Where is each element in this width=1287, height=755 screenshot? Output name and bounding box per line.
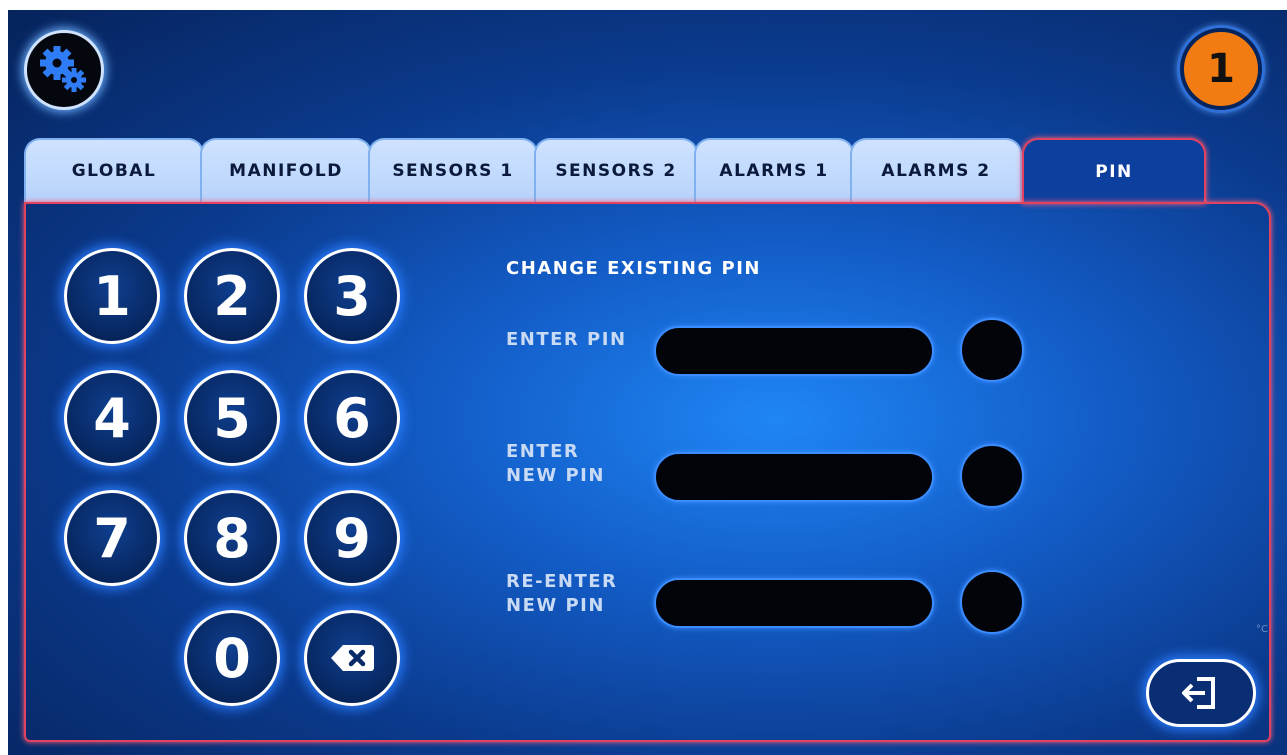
tab-label: SENSORS 2: [555, 161, 677, 181]
keypad-key-6[interactable]: 6: [304, 370, 400, 466]
key-label: 6: [333, 386, 371, 450]
enter-pin-label: ENTER PIN: [506, 328, 627, 352]
key-label: 9: [333, 506, 371, 570]
notification-count: 1: [1207, 46, 1235, 92]
key-label: 1: [93, 264, 131, 328]
gears-icon: [40, 46, 86, 92]
tab-label: PIN: [1095, 162, 1133, 182]
exit-icon: [1182, 677, 1215, 709]
keypad-key-2[interactable]: 2: [184, 248, 280, 344]
tab-pin[interactable]: PIN: [1022, 138, 1206, 204]
reenter-pin-field[interactable]: [654, 578, 934, 628]
tab-label: ALARMS 1: [719, 161, 829, 181]
keypad-key-5[interactable]: 5: [184, 370, 280, 466]
keypad-key-1[interactable]: 1: [64, 248, 160, 344]
keypad-key-7[interactable]: 7: [64, 490, 160, 586]
backspace-button[interactable]: [304, 610, 400, 706]
change-pin-title: CHANGE EXISTING PIN: [506, 258, 761, 279]
tab-label: SENSORS 1: [392, 161, 514, 181]
new-pin-status-indicator: [960, 444, 1024, 508]
key-label: 2: [213, 264, 251, 328]
backspace-icon: [331, 645, 374, 671]
keypad-key-4[interactable]: 4: [64, 370, 160, 466]
keypad-key-9[interactable]: 9: [304, 490, 400, 586]
keypad-key-3[interactable]: 3: [304, 248, 400, 344]
label-line: NEW PIN: [506, 465, 605, 486]
key-label: 5: [213, 386, 251, 450]
keypad-key-0[interactable]: 0: [184, 610, 280, 706]
settings-button[interactable]: [24, 30, 104, 110]
exit-button[interactable]: [1146, 659, 1256, 727]
tab-sensors-1[interactable]: SENSORS 1: [368, 138, 538, 202]
tab-sensors-2[interactable]: SENSORS 2: [534, 138, 698, 202]
reenter-new-pin-label: RE-ENTER NEW PIN: [506, 570, 617, 618]
enter-pin-field[interactable]: [654, 326, 934, 376]
tab-label: GLOBAL: [71, 161, 157, 181]
pin-settings-screen: 1 GLOBAL MANIFOLD SENSORS 1 SENSORS 2 AL…: [8, 10, 1287, 755]
tab-bar: GLOBAL MANIFOLD SENSORS 1 SENSORS 2 ALAR…: [24, 138, 1214, 204]
key-label: 4: [93, 386, 131, 450]
tab-global[interactable]: GLOBAL: [24, 138, 204, 202]
key-label: 3: [333, 264, 371, 328]
label-line: NEW PIN: [506, 595, 605, 616]
key-label: 8: [213, 506, 251, 570]
reenter-pin-status-indicator: [960, 570, 1024, 634]
label-line: ENTER: [506, 441, 580, 462]
temperature-unit: °C: [1256, 624, 1268, 635]
keypad-key-8[interactable]: 8: [184, 490, 280, 586]
tab-manifold[interactable]: MANIFOLD: [200, 138, 372, 202]
tab-label: MANIFOLD: [229, 161, 343, 181]
tab-alarms-2[interactable]: ALARMS 2: [850, 138, 1022, 202]
pin-panel: 1 2 3 4 5 6 7 8 9 0 CHANGE EXISTING PIN …: [24, 202, 1271, 742]
label-line: RE-ENTER: [506, 571, 618, 592]
notification-badge[interactable]: 1: [1180, 28, 1262, 110]
enter-new-pin-label: ENTER NEW PIN: [506, 440, 605, 488]
enter-pin-status-indicator: [960, 318, 1024, 382]
label-line: ENTER PIN: [506, 329, 627, 350]
key-label: 7: [93, 506, 131, 570]
tab-label: ALARMS 2: [881, 161, 991, 181]
tab-alarms-1[interactable]: ALARMS 1: [694, 138, 854, 202]
new-pin-field[interactable]: [654, 452, 934, 502]
key-label: 0: [213, 626, 251, 690]
